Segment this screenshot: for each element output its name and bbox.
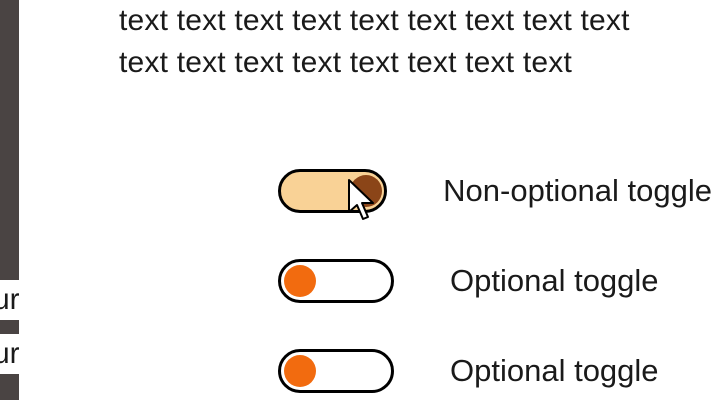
toggle-label: Non-optional toggle bbox=[443, 173, 712, 208]
side-panel-edge: ur ur bbox=[0, 0, 19, 400]
optional-toggle-switch[interactable] bbox=[278, 349, 394, 393]
toggle-label: Optional toggle bbox=[450, 263, 659, 298]
paragraph-line: text text text text text text text text … bbox=[119, 4, 630, 37]
toggle-knob bbox=[283, 264, 316, 297]
optional-toggle-switch[interactable] bbox=[278, 259, 394, 303]
toggle-knob bbox=[349, 174, 382, 207]
clipped-text-fragment: ur bbox=[0, 280, 19, 320]
paragraph-line: text text text text text text text text bbox=[119, 46, 572, 79]
toggle-label: Optional toggle bbox=[450, 353, 659, 388]
toggle-knob bbox=[283, 354, 316, 387]
non-optional-toggle-switch[interactable] bbox=[278, 169, 388, 213]
clipped-text-fragment: ur bbox=[0, 334, 19, 374]
paragraph: text text text text text text text text … bbox=[119, 0, 712, 84]
toggle-row-non-optional: Non-optional toggle bbox=[278, 166, 712, 216]
toggle-row-optional: Optional toggle bbox=[278, 256, 712, 306]
toggle-row-optional: Optional toggle bbox=[278, 346, 712, 396]
